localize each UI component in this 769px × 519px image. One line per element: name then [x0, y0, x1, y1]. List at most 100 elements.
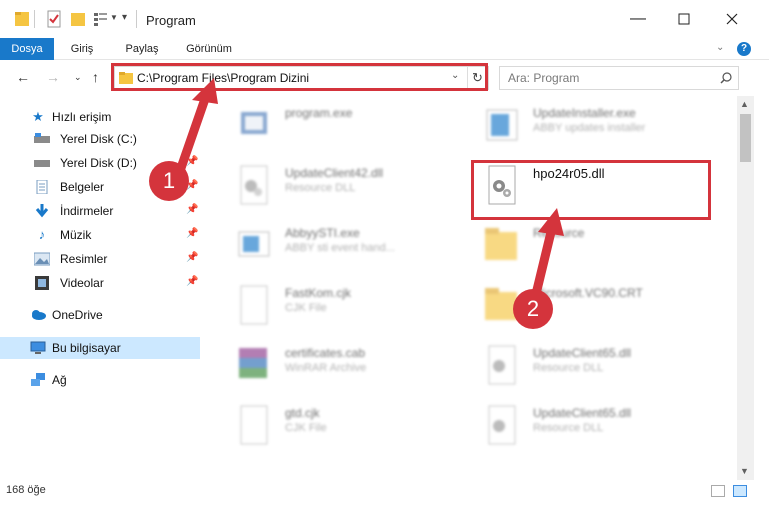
maximize-button[interactable]: [661, 0, 707, 38]
tab-home[interactable]: Giriş: [62, 38, 102, 60]
tab-share[interactable]: Paylaş: [116, 38, 168, 60]
cloud-icon: [32, 310, 46, 320]
file-name: certificates.cab: [285, 346, 366, 360]
file-item[interactable]: UpdateInstaller.exe ABBY updates install…: [463, 100, 703, 154]
divider: [136, 10, 137, 28]
file-item[interactable]: certificates.cab WinRAR Archive: [215, 340, 455, 394]
recent-locations-icon[interactable]: ⌄: [74, 72, 82, 83]
file-item[interactable]: UpdateClient65.dll Resource DLL: [463, 340, 703, 394]
sidebar-item-local-disk-c[interactable]: Yerel Disk (C:): [0, 128, 200, 150]
file-item[interactable]: program.exe: [215, 100, 455, 154]
sidebar-item-label: Ağ: [52, 373, 67, 387]
minimize-button[interactable]: —: [615, 0, 661, 38]
sidebar-item-onedrive[interactable]: OneDrive: [0, 304, 200, 326]
exe-file-icon: [238, 231, 270, 257]
file-type: WinRAR Archive: [285, 362, 367, 374]
expand-ribbon-icon[interactable]: ⌄: [716, 42, 724, 53]
file-type: Resource DLL: [533, 422, 604, 434]
tab-file[interactable]: Dosya: [0, 38, 54, 60]
step-badge-2: 2: [513, 289, 553, 329]
forward-arrow-icon[interactable]: →: [46, 69, 60, 85]
download-icon: [35, 204, 49, 218]
file-name: FastKom.cjk: [285, 286, 352, 300]
ribbon: Dosya Giriş Paylaş Görünüm ⌄ ?: [0, 38, 769, 60]
star-icon: ★: [32, 109, 44, 124]
file-type: ABBY sti event hand...: [285, 242, 395, 254]
sidebar-item-quick-access[interactable]: ★ Hızlı erişim: [0, 106, 200, 128]
sidebar-item-this-pc[interactable]: Bu bilgisayar: [0, 337, 200, 359]
sidebar-item-videos[interactable]: Videolar 📌: [0, 272, 200, 294]
scroll-up-icon[interactable]: ▲: [740, 99, 749, 109]
sidebar-item-network[interactable]: Ağ: [0, 369, 200, 391]
pin-icon[interactable]: 📌: [186, 228, 198, 239]
file-item[interactable]: AbbyySTI.exe ABBY sti event hand...: [215, 220, 455, 274]
search-icon: [720, 72, 732, 84]
dll-file-icon: [488, 405, 516, 445]
pictures-icon: [34, 252, 50, 266]
details-view-icon[interactable]: [711, 485, 725, 497]
file-icon: [240, 285, 268, 325]
file-name: UpdateClient65.dll: [533, 406, 632, 420]
pin-icon[interactable]: 📌: [186, 156, 198, 167]
back-arrow-icon[interactable]: ←: [16, 69, 30, 85]
sidebar-item-label: Yerel Disk (C:): [60, 132, 137, 146]
file-item[interactable]: UpdateClient42.dll Resource DLL: [215, 160, 455, 214]
archive-icon: [239, 348, 267, 378]
dll-file-icon: [240, 165, 268, 205]
pin-icon[interactable]: 📌: [186, 204, 198, 215]
file-item[interactable]: Microsoft.VC90.CRT: [463, 280, 703, 334]
exe-file-icon: [486, 109, 518, 141]
file-name: gtd.cjk: [285, 406, 320, 420]
search-box[interactable]: Ara: Program: [499, 66, 739, 90]
network-icon: [31, 373, 45, 386]
pin-icon[interactable]: 📌: [186, 276, 198, 287]
file-type: Resource DLL: [533, 362, 604, 374]
view-options-icon[interactable]: [92, 10, 108, 30]
close-button[interactable]: [709, 0, 755, 38]
file-name: program.exe: [285, 106, 353, 120]
computer-icon: [30, 341, 46, 354]
status-bar: 168 öğe: [0, 480, 769, 502]
scroll-down-icon[interactable]: ▼: [740, 466, 749, 476]
sidebar-item-pictures[interactable]: Resimler 📌: [0, 248, 200, 270]
file-type: ABBY updates installer: [533, 122, 646, 134]
up-arrow-icon[interactable]: ↑: [92, 69, 99, 85]
close-icon: [726, 13, 738, 25]
file-name: Resource: [533, 226, 585, 240]
maximize-icon: [678, 13, 690, 25]
sidebar-item-label: Belgeler: [60, 180, 105, 194]
drive-icon: [34, 160, 50, 167]
sidebar-item-label: Bu bilgisayar: [52, 341, 121, 355]
sidebar-item-label: Videolar: [60, 276, 104, 290]
pin-icon[interactable]: 📌: [186, 252, 198, 263]
sidebar-item-downloads[interactable]: İndirmeler 📌: [0, 200, 200, 222]
scrollbar-thumb[interactable]: [740, 114, 751, 162]
sidebar-item-label: Müzik: [60, 228, 92, 242]
folder-icon: [485, 228, 517, 260]
file-type: Resource DLL: [285, 182, 356, 194]
file-name: AbbyySTI.exe: [285, 226, 360, 240]
vertical-scrollbar[interactable]: ▲ ▼: [737, 96, 754, 480]
file-icon: [240, 405, 268, 445]
new-folder-icon[interactable]: [70, 10, 86, 30]
dll-file-icon: [488, 345, 516, 385]
dropdown-icon[interactable]: ▼: [110, 13, 118, 22]
customize-toolbar-icon[interactable]: ▾: [122, 12, 127, 23]
divider: [34, 10, 35, 28]
sidebar-item-music[interactable]: ♪ Müzik 📌: [0, 224, 200, 246]
file-item[interactable]: gtd.cjk CJK File: [215, 400, 455, 454]
properties-icon[interactable]: [46, 10, 62, 30]
file-type: CJK File: [285, 302, 327, 314]
file-type: CJK File: [285, 422, 327, 434]
search-placeholder: Ara: Program: [508, 71, 580, 85]
sidebar-item-label: Yerel Disk (D:): [60, 156, 137, 170]
help-icon[interactable]: ?: [737, 42, 751, 56]
file-item[interactable]: FastKom.cjk CJK File: [215, 280, 455, 334]
folder-icon[interactable]: [14, 10, 30, 30]
file-item[interactable]: Resource: [463, 220, 703, 274]
file-item[interactable]: UpdateClient65.dll Resource DLL: [463, 400, 703, 454]
tab-view[interactable]: Görünüm: [178, 38, 240, 60]
sidebar-item-label: Resimler: [60, 252, 108, 266]
sidebar-item-label: Hızlı erişim: [52, 110, 112, 124]
large-icons-view-icon[interactable]: [733, 485, 747, 497]
